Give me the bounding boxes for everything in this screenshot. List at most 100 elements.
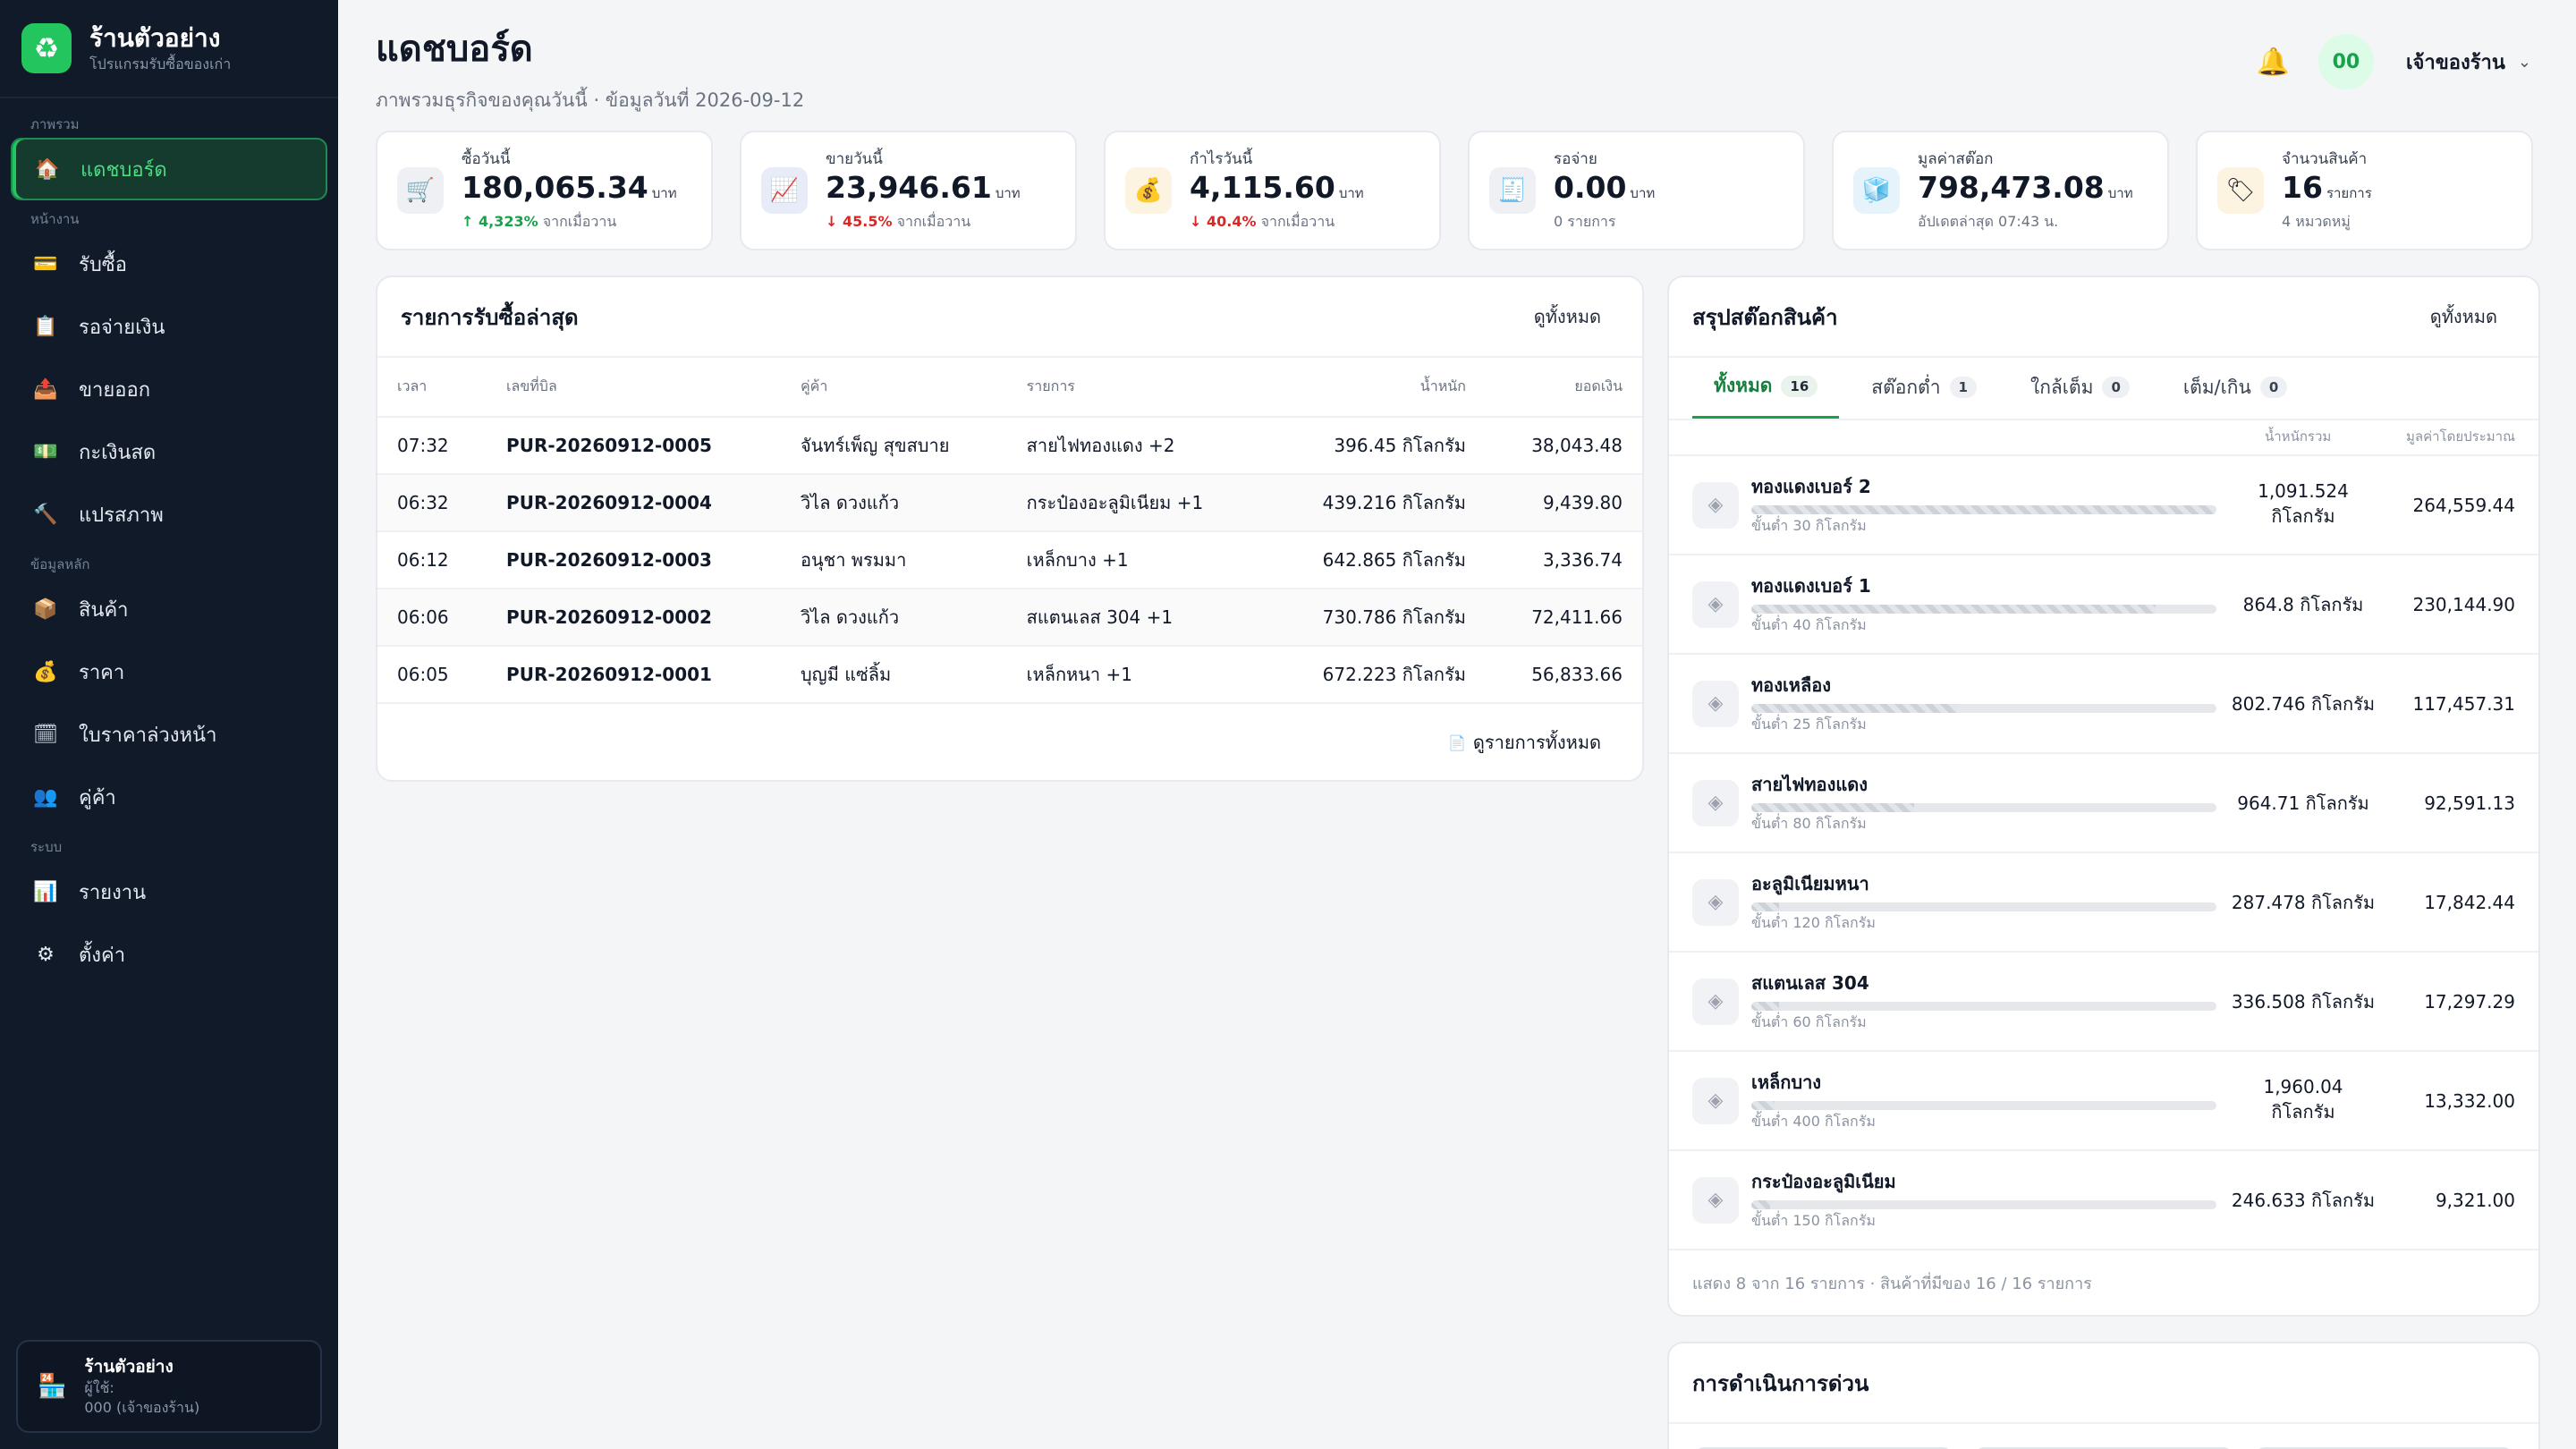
brand[interactable]: ♻ ร้านตัวอย่าง โปรแกรมรับซื้อของเก่า [0,0,338,98]
stat-card[interactable]: 🧊 มูลค่าสต๊อก 798,473.08 บาท อัปเดตล่าสุด 07… [1832,131,2169,250]
stock-item-weight: 336.508 กิโลกรัม [2231,990,2376,1013]
stat-unit: บาท [1338,185,1364,201]
stock-footer: แสดง 8 จาก 16 รายการ · สินค้าที่มีของ 16… [1669,1249,2538,1315]
sidebar-item-1-0[interactable]: 💳 รับซื้อ [11,233,327,295]
table-cell: เหล็กบาง +1 [1006,531,1267,589]
bill-number-link[interactable]: PUR-20260912-0004 [487,474,781,532]
sidebar-item-1-1[interactable]: 📋 รอจ่ายเงิน [11,295,327,358]
bill-number-link[interactable]: PUR-20260912-0005 [487,417,781,475]
table-cell: เหล็กหนา +1 [1006,646,1267,704]
table-cell: 730.786 กิโลกรัม [1266,589,1486,647]
sidebar-item-label: รอจ่ายเงิน [79,316,165,339]
brand-subtitle: โปรแกรมรับซื้อของเก่า [89,55,232,72]
chevron-down-icon[interactable]: ⌄ [2518,53,2531,72]
table-row[interactable]: 06:12 PUR-20260912-0003 อนุชา พรมมา เหล็กบา… [377,531,1642,589]
stock-item-name: ทองแดงเบอร์ 1 [1751,574,1871,597]
purchases-view-all-link[interactable]: 📄 ดูรายการทั้งหมด [377,704,1642,780]
stock-tab-3[interactable]: เต็ม/เกิน 0 [2162,356,2309,419]
stock-column-headers: น้ำหนักรวม มูลค่าโดยประมาณ [1669,420,2538,454]
stock-item-minimum: ขั้นต่ำ 25 กิโลกรัม [1751,715,1867,733]
purchases-view-all-button[interactable]: ดูทั้งหมด [1516,293,1619,340]
stat-label: ขายวันนี้ [826,150,883,168]
stat-change: ↓ 40.4% [1190,213,1257,230]
stock-item[interactable]: ◈ ทองแดงเบอร์ 2 ขั้นต่ำ 30 กิโลกรัม 1,091.5… [1669,454,2538,554]
stock-tabs: ทั้งหมด 16 สต๊อกต่ำ 1 ใกล้เต็ม 0 เต็ม/เกิน 0 [1669,358,2538,420]
stat-unit: บาท [1630,185,1656,201]
table-cell: สแตนเลส 304 +1 [1006,589,1267,647]
bell-icon[interactable]: 🔔 [2257,47,2290,78]
stock-item[interactable]: ◈ สแตนเลส 304 ขั้นต่ำ 60 กิโลกรัม 336.508 ก… [1669,951,2538,1050]
stock-level-fill [1751,902,1780,911]
stat-icon: 🛒 [397,167,444,214]
product-icon: ◈ [1692,481,1739,529]
stat-card[interactable]: 🏷 จำนวนสินค้า 16 รายการ 4 หมวดหมู่ [2196,131,2533,250]
stat-unit: บาท [995,185,1021,201]
table-cell: 06:12 [377,531,487,589]
bill-number-link[interactable]: PUR-20260912-0002 [487,589,781,647]
stock-tab-1[interactable]: สต๊อกต่ำ 1 [1850,356,1998,419]
recent-purchases-panel: รายการรับซื้อล่าสุด ดูทั้งหมด เวลา เลขที่… [376,275,1644,782]
table-row[interactable]: 07:32 PUR-20260912-0005 จันทร์เพ็ญ สุขสบาย… [377,417,1642,475]
table-row[interactable]: 06:06 PUR-20260912-0002 วิไล ดวงแก้ว สแตนเล… [377,589,1642,647]
product-icon: ◈ [1692,1077,1739,1124]
table-cell: 642.865 กิโลกรัม [1266,531,1486,589]
tab-label: เต็ม/เกิน [2182,376,2251,398]
table-cell: สายไฟทองแดง +2 [1006,417,1267,475]
column-header: รายการ [1006,358,1267,418]
stat-card[interactable]: 🛒 ซื้อวันนี้ 180,065.34 บาท ↑ 4,323% จากเมื่… [376,131,713,250]
stock-item-info: สแตนเลส 304 ขั้นต่ำ 60 กิโลกรัม [1751,971,2216,1032]
table-row[interactable]: 06:32 PUR-20260912-0004 วิไล ดวงแก้ว กระป๋อ… [377,474,1642,532]
header-actions: 🔔 00 เจ้าของร้าน ⌄ [2257,34,2531,89]
sidebar-item-3-1[interactable]: ⚙ ตั้งค่า [11,923,327,986]
stock-item[interactable]: ◈ ทองแดงเบอร์ 1 ขั้นต่ำ 40 กิโลกรัม 864.8 ก… [1669,554,2538,653]
store-card[interactable]: 🏪 ร้านตัวอย่าง ผู้ใช้: 000 (เจ้าของร้าน) [16,1340,322,1433]
sidebar-section-title: ระบบ [30,839,63,855]
stock-level-bar [1751,802,2216,812]
sidebar-item-2-2[interactable]: 🗓 ใบราคาล่วงหน้า [11,703,327,766]
table-row[interactable]: 06:05 PUR-20260912-0001 บุญมี แซ่ลิ้ม เหล็ก… [377,646,1642,704]
sidebar-item-2-0[interactable]: 📦 สินค้า [11,578,327,640]
stock-item-value: 230,144.90 [2412,593,2515,615]
stock-item[interactable]: ◈ อะลูมิเนียมหนา ขั้นต่ำ 120 กิโลกรัม 287.4… [1669,852,2538,951]
stat-subtext: 0 รายการ [1554,212,1655,232]
sidebar-item-1-3[interactable]: 💵 กะเงินสด [11,420,327,483]
sidebar-item-label: กะเงินสด [79,441,157,464]
nav-icon: 🗓 [33,723,58,746]
sidebar-item-3-0[interactable]: 📊 รายงาน [11,860,327,923]
stat-note: 4 หมวดหมู่ [2282,213,2351,230]
stat-value: 23,946.61 บาท [826,169,1021,212]
stock-item[interactable]: ◈ สายไฟทองแดง ขั้นต่ำ 80 กิโลกรัม 964.71 กิ… [1669,752,2538,852]
bill-number-link[interactable]: PUR-20260912-0003 [487,531,781,589]
stock-view-all-button[interactable]: ดูทั้งหมด [2412,293,2515,340]
stock-tab-2[interactable]: ใกล้เต็ม 0 [2009,356,2151,419]
stock-item-minimum: ขั้นต่ำ 60 กิโลกรัม [1751,1013,1867,1030]
bill-number-link[interactable]: PUR-20260912-0001 [487,646,781,704]
stock-item[interactable]: ◈ เหล็กบาง ขั้นต่ำ 400 กิโลกรัม 1,960.04 กิ… [1669,1050,2538,1149]
stat-value: 0.00 บาท [1554,169,1655,212]
table-cell: 06:32 [377,474,487,532]
sidebar-item-2-3[interactable]: 👥 คู่ค้า [11,766,327,828]
stock-tab-0[interactable]: ทั้งหมด 16 [1692,356,1840,419]
avatar[interactable]: 00 [2318,34,2374,89]
quick-actions-row [1669,1424,2538,1449]
stat-change: ↓ 45.5% [826,213,893,230]
stat-unit: รายการ [2326,185,2372,201]
sidebar-item-2-1[interactable]: 💰 ราคา [11,640,327,703]
sidebar-item-1-4[interactable]: 🔨 แปรสภาพ [11,483,327,546]
stat-number: 4,115.60 [1190,170,1335,205]
stat-value: 180,065.34 บาท [462,169,677,212]
stock-item[interactable]: ◈ ทองเหลือง ขั้นต่ำ 25 กิโลกรัม 802.746 กิโ… [1669,653,2538,752]
stat-label: กำไรวันนี้ [1190,150,1253,168]
stat-card[interactable]: 📈 ขายวันนี้ 23,946.61 บาท ↓ 45.5% จากเมื่อวา… [740,131,1077,250]
stat-card[interactable]: 💰 กำไรวันนี้ 4,115.60 บาท ↓ 40.4% จากเมื่อวา… [1104,131,1441,250]
tab-label: ทั้งหมด [1714,375,1773,396]
stock-item-info: ทองแดงเบอร์ 1 ขั้นต่ำ 40 กิโลกรัม [1751,574,2216,635]
sidebar-item-1-2[interactable]: 📤 ขายออก [11,358,327,420]
user-menu[interactable]: เจ้าของร้าน [2406,47,2505,78]
stock-level-fill [1751,1100,1775,1110]
recent-purchases-title: รายการรับซื้อล่าสุด [401,304,579,330]
table-cell: จันทร์เพ็ญ สุขสบาย [780,417,1007,475]
stat-card[interactable]: 🧾 รอจ่าย 0.00 บาท 0 รายการ [1468,131,1805,250]
stock-item[interactable]: ◈ กระป๋องอะลูมิเนียม ขั้นต่ำ 150 กิโลกรัม 2… [1669,1149,2538,1249]
sidebar-item-0-0[interactable]: 🏠 แดชบอร์ด [11,138,327,200]
